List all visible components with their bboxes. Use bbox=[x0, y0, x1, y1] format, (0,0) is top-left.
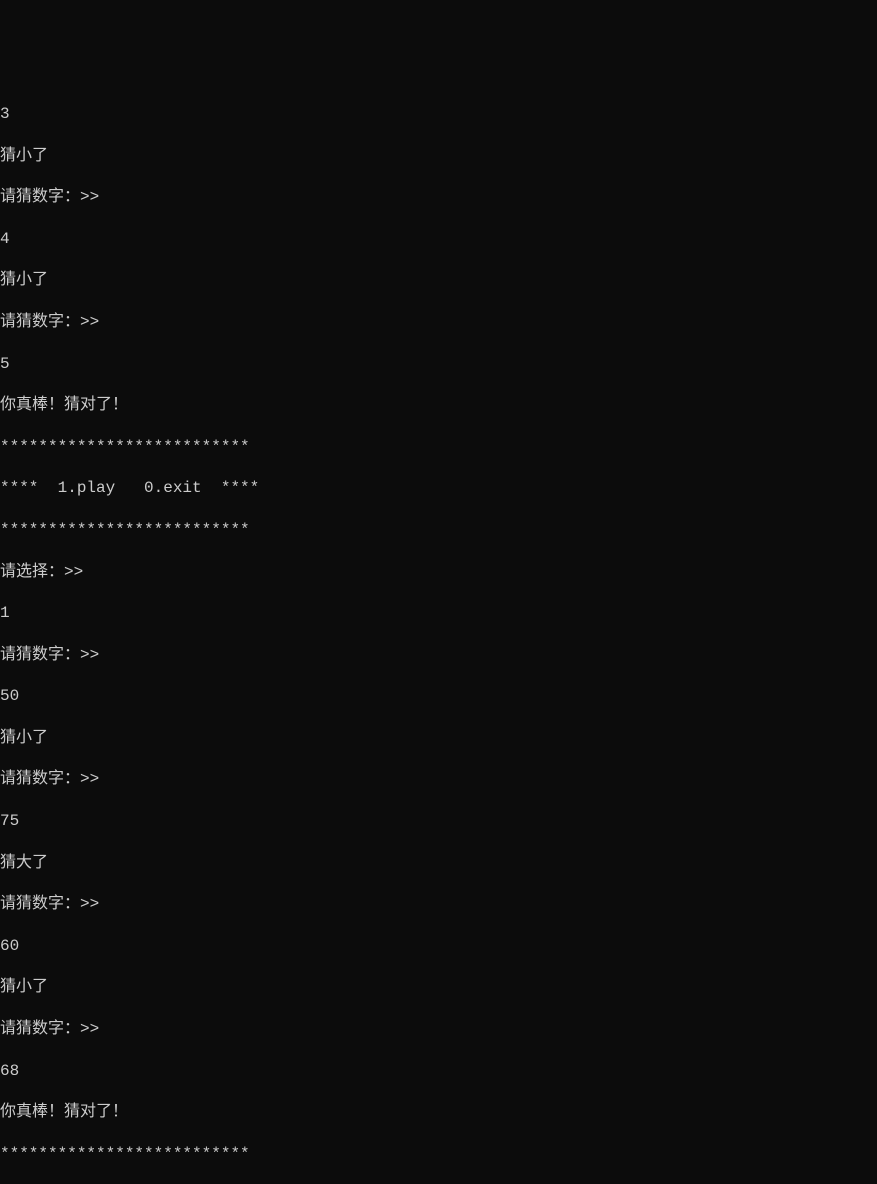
terminal-output[interactable]: 3 猜小了 请猜数字：>> 4 猜小了 请猜数字：>> 5 你真棒！猜对了！ *… bbox=[0, 83, 877, 1184]
output-line: 60 bbox=[0, 936, 877, 957]
prompt-line: 请猜数字：>> bbox=[0, 312, 877, 333]
menu-border: ************************** bbox=[0, 437, 877, 458]
output-line: 猜小了 bbox=[0, 146, 877, 167]
output-line: 猜小了 bbox=[0, 977, 877, 998]
output-line: 3 bbox=[0, 104, 877, 125]
output-line: 你真棒！猜对了！ bbox=[0, 1102, 877, 1123]
output-line: 68 bbox=[0, 1061, 877, 1082]
prompt-line: 请猜数字：>> bbox=[0, 187, 877, 208]
menu-options: **** 1.play 0.exit **** bbox=[0, 478, 877, 499]
menu-border: ************************** bbox=[0, 1144, 877, 1165]
output-line: 4 bbox=[0, 229, 877, 250]
output-line: 1 bbox=[0, 603, 877, 624]
prompt-line: 请选择：>> bbox=[0, 562, 877, 583]
prompt-line: 请猜数字：>> bbox=[0, 1019, 877, 1040]
output-line: 50 bbox=[0, 686, 877, 707]
output-line: 猜大了 bbox=[0, 853, 877, 874]
output-line: 猜小了 bbox=[0, 270, 877, 291]
output-line: 75 bbox=[0, 811, 877, 832]
prompt-line: 请猜数字：>> bbox=[0, 645, 877, 666]
output-line: 猜小了 bbox=[0, 728, 877, 749]
output-line: 5 bbox=[0, 354, 877, 375]
prompt-line: 请猜数字：>> bbox=[0, 769, 877, 790]
output-line: 你真棒！猜对了！ bbox=[0, 395, 877, 416]
prompt-line: 请猜数字：>> bbox=[0, 894, 877, 915]
menu-border: ************************** bbox=[0, 520, 877, 541]
